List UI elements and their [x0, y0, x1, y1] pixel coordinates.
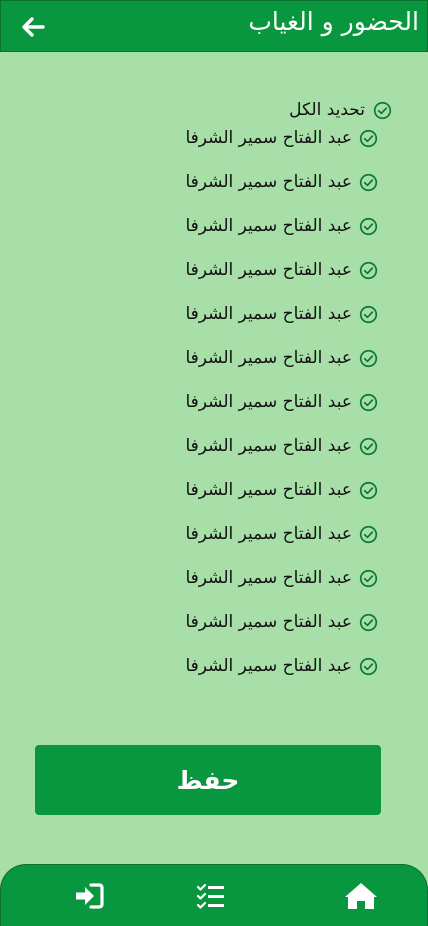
student-name: عبد الفتاح سمير الشرفا — [185, 348, 352, 368]
check-circle-icon — [359, 217, 378, 235]
check-circle-icon — [359, 305, 378, 323]
check-circle-icon — [359, 393, 378, 411]
task-list-icon — [196, 883, 224, 909]
nav-logout[interactable] — [71, 879, 107, 913]
student-row[interactable]: عبد الفتاح سمير الشرفا — [185, 477, 378, 503]
student-name: عبد الفتاح سمير الشرفا — [185, 128, 352, 148]
student-row[interactable]: عبد الفتاح سمير الشرفا — [185, 565, 378, 591]
student-name: عبد الفتاح سمير الشرفا — [185, 524, 352, 544]
nav-tasks[interactable] — [193, 879, 229, 913]
check-circle-icon — [359, 481, 378, 499]
home-icon — [345, 883, 377, 909]
check-circle-icon — [359, 613, 378, 631]
student-row[interactable]: عبد الفتاح سمير الشرفا — [185, 125, 378, 151]
check-circle-icon — [359, 569, 378, 587]
student-name: عبد الفتاح سمير الشرفا — [185, 612, 352, 632]
check-circle-icon — [359, 129, 378, 147]
student-name: عبد الفتاح سمير الشرفا — [185, 392, 352, 412]
bottom-nav — [0, 864, 428, 926]
student-row[interactable]: عبد الفتاح سمير الشرفا — [185, 257, 378, 283]
student-row[interactable]: عبد الفتاح سمير الشرفا — [185, 389, 378, 415]
student-row[interactable]: عبد الفتاح سمير الشرفا — [185, 301, 378, 327]
logout-icon — [76, 883, 104, 909]
select-all-toggle[interactable]: تحديد الكل — [289, 97, 392, 123]
student-row[interactable]: عبد الفتاح سمير الشرفا — [185, 169, 378, 195]
student-name: عبد الفتاح سمير الشرفا — [185, 216, 352, 236]
page-title: الحضور و الغياب — [248, 7, 419, 36]
check-circle-icon — [359, 657, 378, 675]
student-row[interactable]: عبد الفتاح سمير الشرفا — [185, 433, 378, 459]
check-circle-icon — [359, 261, 378, 279]
check-circle-icon — [359, 525, 378, 543]
check-circle-icon — [373, 101, 392, 119]
student-row[interactable]: عبد الفتاح سمير الشرفا — [185, 213, 378, 239]
student-row[interactable]: عبد الفتاح سمير الشرفا — [185, 653, 378, 679]
nav-home[interactable] — [343, 879, 379, 913]
check-circle-icon — [359, 173, 378, 191]
student-row[interactable]: عبد الفتاح سمير الشرفا — [185, 345, 378, 371]
student-row[interactable]: عبد الفتاح سمير الشرفا — [185, 521, 378, 547]
student-name: عبد الفتاح سمير الشرفا — [185, 172, 352, 192]
arrow-left-icon[interactable] — [19, 13, 47, 41]
check-circle-icon — [359, 349, 378, 367]
student-row[interactable]: عبد الفتاح سمير الشرفا — [185, 609, 378, 635]
student-name: عبد الفتاح سمير الشرفا — [185, 304, 352, 324]
select-all-label: تحديد الكل — [289, 100, 365, 120]
save-button[interactable]: حفظ — [35, 745, 381, 815]
student-name: عبد الفتاح سمير الشرفا — [185, 436, 352, 456]
student-name: عبد الفتاح سمير الشرفا — [185, 656, 352, 676]
student-name: عبد الفتاح سمير الشرفا — [185, 260, 352, 280]
check-circle-icon — [359, 437, 378, 455]
student-name: عبد الفتاح سمير الشرفا — [185, 480, 352, 500]
app-header: الحضور و الغياب — [0, 0, 428, 52]
student-name: عبد الفتاح سمير الشرفا — [185, 568, 352, 588]
